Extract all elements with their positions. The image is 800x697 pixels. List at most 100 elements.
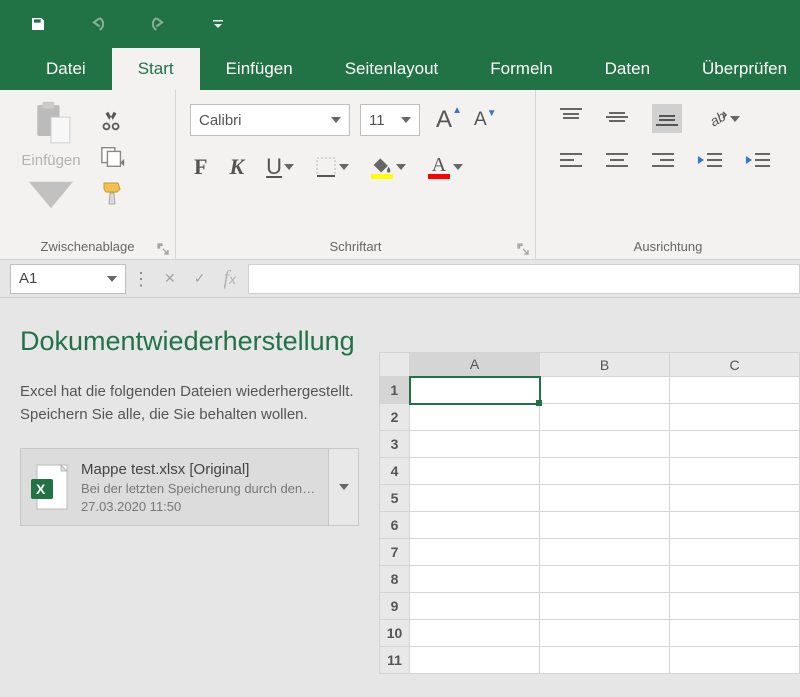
cell[interactable] <box>670 431 800 458</box>
cell[interactable] <box>410 458 540 485</box>
cut-button[interactable] <box>100 104 126 136</box>
cell[interactable] <box>670 458 800 485</box>
select-all-corner[interactable] <box>380 353 410 377</box>
tab-data[interactable]: Daten <box>579 48 676 90</box>
tab-home[interactable]: Start <box>112 48 200 90</box>
row-header[interactable]: 11 <box>380 647 410 674</box>
row-header[interactable]: 4 <box>380 458 410 485</box>
font-group-label: Schriftart <box>329 239 381 254</box>
cell[interactable] <box>540 620 670 647</box>
increase-font-button[interactable]: A▲ <box>430 106 458 134</box>
copy-button[interactable] <box>100 141 126 173</box>
tab-insert[interactable]: Einfügen <box>200 48 319 90</box>
italic-button[interactable]: K <box>229 154 244 180</box>
row-header[interactable]: 5 <box>380 485 410 512</box>
bold-button[interactable]: F <box>194 154 207 180</box>
tab-file[interactable]: Datei <box>20 48 112 90</box>
align-right-button[interactable] <box>652 151 674 172</box>
cell[interactable] <box>670 647 800 674</box>
font-size-combo[interactable]: 11 <box>360 104 420 136</box>
align-left-button[interactable] <box>560 151 582 172</box>
undo-button[interactable] <box>88 14 108 34</box>
cell[interactable] <box>410 431 540 458</box>
format-painter-button[interactable] <box>100 178 126 210</box>
redo-button[interactable] <box>148 14 168 34</box>
paste-button[interactable]: Einfügen <box>16 100 86 233</box>
column-header[interactable]: A <box>410 353 540 377</box>
cell[interactable] <box>670 377 800 404</box>
increase-indent-button[interactable] <box>746 151 770 172</box>
font-color-button[interactable]: A <box>428 156 463 179</box>
name-box[interactable]: A1 <box>10 264 126 294</box>
recovery-item[interactable]: X Mappe test.xlsx [Original] Bei der let… <box>20 448 359 526</box>
spreadsheet-grid[interactable]: ABC 1234567891011 <box>379 298 800 697</box>
cell[interactable] <box>410 620 540 647</box>
save-button[interactable] <box>28 14 48 34</box>
insert-function-button[interactable]: fx <box>223 267 236 290</box>
clipboard-icon <box>29 100 73 148</box>
row-header[interactable]: 1 <box>380 377 410 404</box>
dialog-launcher-icon[interactable] <box>157 243 169 255</box>
font-size-value: 11 <box>369 112 385 129</box>
borders-button[interactable] <box>316 157 349 177</box>
underline-button[interactable]: U <box>266 154 294 180</box>
undo-icon <box>88 14 108 34</box>
cell[interactable] <box>670 620 800 647</box>
cell[interactable] <box>540 485 670 512</box>
cell[interactable] <box>540 404 670 431</box>
row-header[interactable]: 8 <box>380 566 410 593</box>
cell[interactable] <box>670 539 800 566</box>
cell[interactable] <box>540 647 670 674</box>
cell[interactable] <box>410 647 540 674</box>
namebox-resize-handle[interactable]: ⋮ <box>132 274 150 284</box>
cell[interactable] <box>540 566 670 593</box>
cell[interactable] <box>410 539 540 566</box>
decrease-indent-button[interactable] <box>698 151 722 172</box>
orientation-button[interactable]: ab <box>706 108 740 130</box>
row-header[interactable]: 9 <box>380 593 410 620</box>
cancel-formula-button[interactable]: ✕ <box>164 270 176 287</box>
align-middle-button[interactable] <box>606 108 628 129</box>
cell[interactable] <box>410 512 540 539</box>
tab-layout[interactable]: Seitenlayout <box>319 48 465 90</box>
font-family-combo[interactable]: Calibri <box>190 104 350 136</box>
svg-text:X: X <box>36 481 46 497</box>
align-bottom-button[interactable] <box>652 104 682 133</box>
recovery-item-dropdown[interactable] <box>328 449 358 525</box>
cell[interactable] <box>670 593 800 620</box>
cell[interactable] <box>670 512 800 539</box>
cell[interactable] <box>540 458 670 485</box>
decrease-font-button[interactable]: A▼ <box>468 109 493 131</box>
cell[interactable] <box>540 593 670 620</box>
tab-formulas[interactable]: Formeln <box>464 48 578 90</box>
cell[interactable] <box>410 566 540 593</box>
row-header[interactable]: 6 <box>380 512 410 539</box>
column-header[interactable]: C <box>670 353 800 377</box>
align-top-button[interactable] <box>560 108 582 129</box>
cell[interactable] <box>540 377 670 404</box>
recovery-text: Excel hat die folgenden Dateien wiederhe… <box>20 381 359 426</box>
row-header[interactable]: 10 <box>380 620 410 647</box>
row-header[interactable]: 2 <box>380 404 410 431</box>
accept-formula-button[interactable]: ✓ <box>194 270 206 287</box>
cell[interactable] <box>410 485 540 512</box>
qat-customize-button[interactable] <box>208 14 228 34</box>
cell[interactable] <box>670 566 800 593</box>
cell[interactable] <box>540 431 670 458</box>
cell[interactable] <box>410 593 540 620</box>
row-header[interactable]: 3 <box>380 431 410 458</box>
cell[interactable] <box>540 539 670 566</box>
cell[interactable] <box>410 404 540 431</box>
row-header[interactable]: 7 <box>380 539 410 566</box>
dialog-launcher-icon[interactable] <box>517 243 529 255</box>
cell[interactable] <box>670 404 800 431</box>
cell[interactable] <box>670 485 800 512</box>
align-center-button[interactable] <box>606 151 628 172</box>
cell[interactable] <box>410 377 540 404</box>
formula-input[interactable] <box>248 264 800 294</box>
column-header[interactable]: B <box>540 353 670 377</box>
fill-color-button[interactable] <box>371 156 406 179</box>
tab-review[interactable]: Überprüfen <box>676 48 800 90</box>
formula-bar: A1 ⋮ ✕ ✓ fx <box>0 260 800 298</box>
cell[interactable] <box>540 512 670 539</box>
